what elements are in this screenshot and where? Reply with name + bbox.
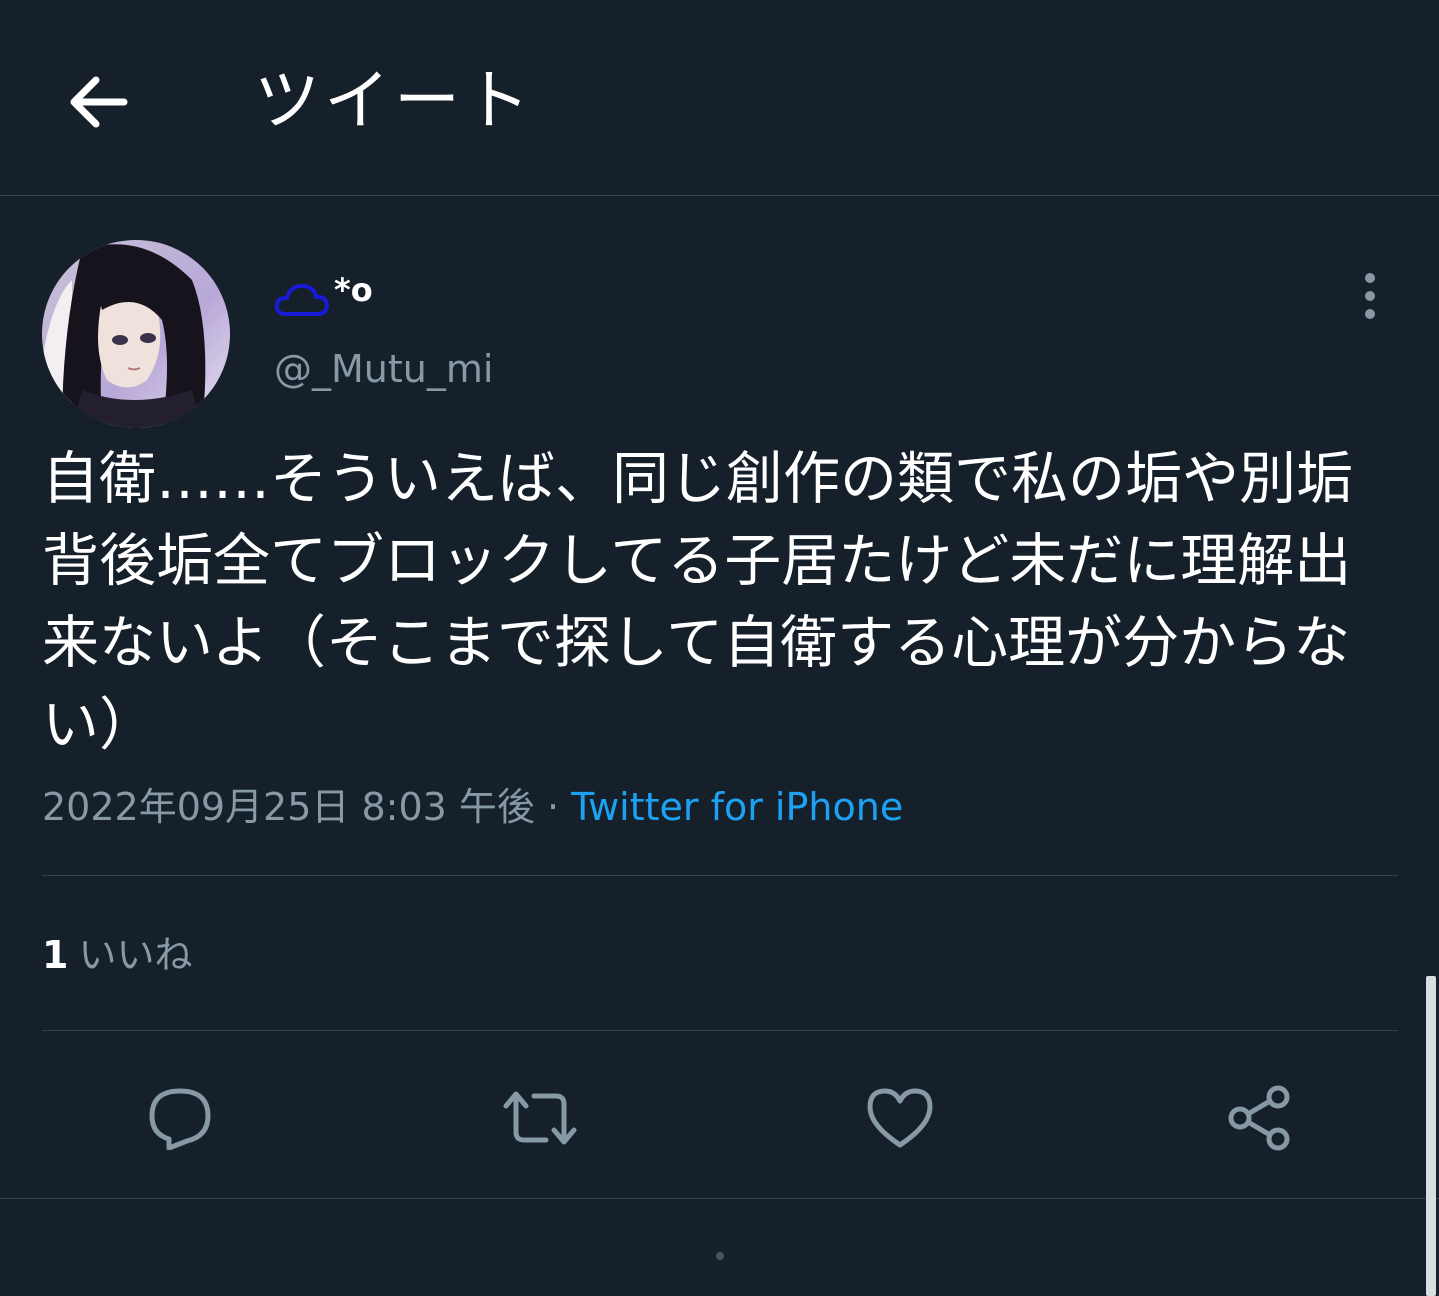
retweet-button[interactable]	[502, 1083, 578, 1153]
tweet-source-link[interactable]: Twitter for iPhone	[571, 785, 903, 829]
arrow-left-icon	[70, 76, 128, 128]
meta-separator: ·	[534, 785, 572, 829]
top-app-bar: ツイート	[0, 0, 1439, 196]
cloud-icon	[274, 283, 330, 316]
likes-stat[interactable]: 1 いいね	[42, 928, 192, 982]
retweet-icon	[503, 1091, 577, 1145]
display-name[interactable]: *o	[274, 271, 373, 324]
divider	[42, 875, 1398, 876]
reply-icon	[149, 1088, 211, 1150]
heart-icon	[867, 1088, 933, 1148]
more-options-button[interactable]	[1346, 270, 1394, 322]
share-icon	[1228, 1085, 1290, 1151]
page-title: ツイート	[254, 62, 534, 139]
more-vertical-icon	[1365, 273, 1375, 319]
tweet-detail-page: ツイート *o @_Mutu_mi 自衛……そういえば、同じ創作の類で私の垢や別…	[0, 0, 1439, 1296]
reply-button[interactable]	[142, 1083, 218, 1153]
back-button[interactable]	[58, 62, 138, 142]
scrollbar[interactable]	[1426, 976, 1436, 1296]
likes-label: いいね	[78, 933, 193, 977]
action-bar	[0, 1031, 1439, 1199]
tweet-meta: 2022年09月25日 8:03 午後 · Twitter for iPhone	[42, 780, 903, 834]
display-name-text: *o	[334, 271, 373, 309]
avatar[interactable]	[42, 240, 230, 428]
user-handle[interactable]: @_Mutu_mi	[274, 344, 493, 394]
avatar-image	[42, 240, 230, 428]
share-button[interactable]	[1222, 1083, 1298, 1153]
page-indicator-dot	[716, 1252, 724, 1260]
tweet-text: 自衛……そういえば、同じ創作の類で私の垢や別垢背後垢全てブロックしてる子居たけど…	[42, 446, 1353, 758]
likes-count: 1	[42, 933, 69, 977]
like-button[interactable]	[862, 1083, 938, 1153]
tweet-timestamp[interactable]: 2022年09月25日 8:03 午後	[42, 785, 535, 829]
